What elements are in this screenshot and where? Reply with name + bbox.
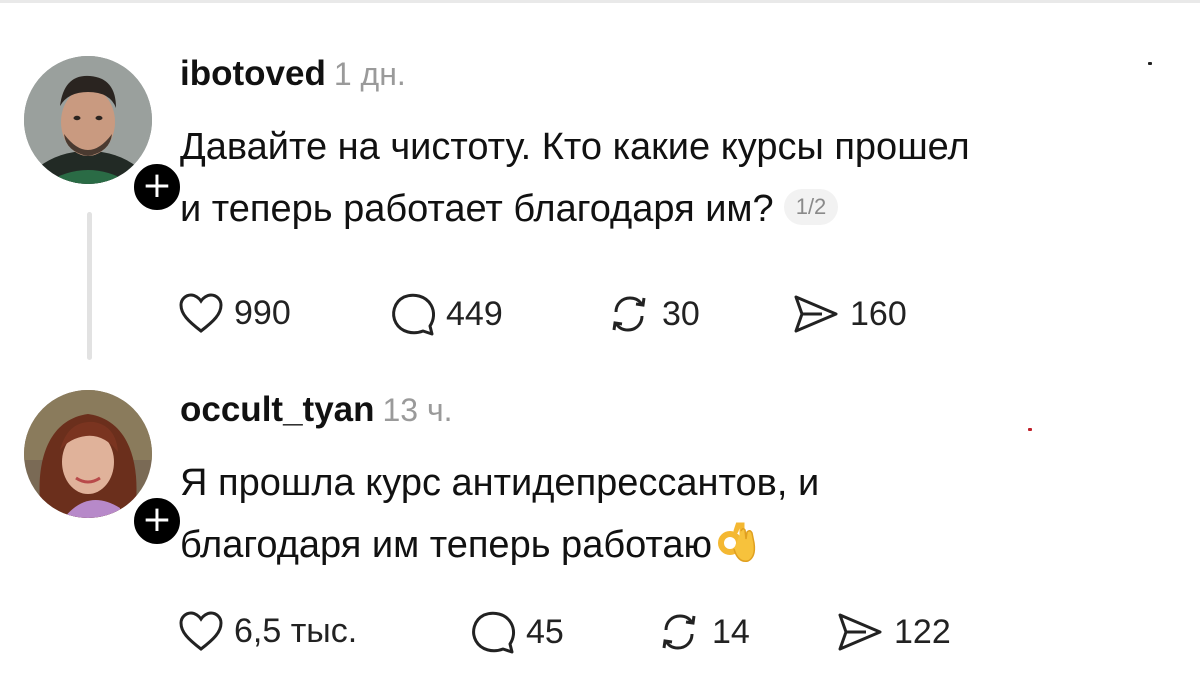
avatar[interactable] — [24, 390, 152, 518]
post-text-line-2: благодаря им теперь работаю — [180, 514, 1080, 576]
like-button[interactable]: 6,5 тыс. — [178, 610, 357, 652]
repost-count: 14 — [712, 612, 750, 651]
avatar-photo-man — [24, 56, 152, 184]
post-header: ibotoved 1 дн. — [180, 52, 406, 94]
post-text-line: и теперь работает благодаря им? — [180, 188, 774, 230]
comment-bubble-icon — [472, 611, 515, 654]
like-button[interactable]: 990 — [178, 292, 291, 334]
post-text: Я прошла курс антидепрессантов, и благод… — [180, 452, 1080, 576]
decorative-mark — [1148, 62, 1152, 65]
username[interactable]: ibotoved — [180, 54, 326, 93]
repost-button[interactable]: 14 — [656, 610, 750, 654]
avatar-photo-woman — [24, 390, 152, 518]
repost-button[interactable]: 30 — [606, 292, 700, 336]
share-icon — [794, 295, 838, 333]
repost-icon — [662, 614, 696, 650]
post-text-line: Я прошла курс антидепрессантов, и — [180, 462, 820, 504]
comment-button[interactable]: 449 — [390, 292, 503, 336]
post-text: Давайте на чистоту. Кто какие курсы прош… — [180, 116, 1080, 240]
repost-count: 30 — [662, 294, 700, 333]
comment-count: 45 — [526, 612, 564, 651]
like-count: 6,5 тыс. — [234, 611, 358, 650]
post-header: occult_tyan 13 ч. — [180, 388, 453, 430]
top-divider — [0, 0, 1200, 3]
comment-button[interactable]: 45 — [470, 610, 564, 654]
comment-count: 449 — [446, 294, 503, 333]
post-text-line: Давайте на чистоту. Кто какие курсы прош… — [180, 126, 970, 168]
ok-hand-emoji — [716, 521, 760, 565]
comment-bubble-icon — [392, 293, 435, 336]
repost-icon — [612, 296, 646, 332]
username[interactable]: occult_tyan — [180, 390, 375, 429]
heart-icon — [179, 611, 223, 651]
heart-icon — [179, 293, 223, 333]
page-indicator[interactable]: 1/2 — [783, 188, 839, 225]
timestamp: 13 ч. — [382, 392, 453, 428]
timestamp: 1 дн. — [333, 56, 406, 92]
share-button[interactable]: 122 — [836, 610, 951, 654]
follow-button[interactable]: + — [130, 494, 184, 548]
share-count: 160 — [850, 294, 907, 333]
follow-button[interactable]: + — [130, 160, 184, 214]
post-text-line-2: и теперь работает благодаря им? 1/2 — [180, 178, 1080, 240]
author-avatar-wrap[interactable]: + — [24, 56, 184, 214]
share-icon — [838, 613, 882, 651]
post-text-line: благодаря им теперь работаю — [180, 524, 712, 566]
ok-hand-emoji-icon — [718, 522, 756, 562]
thread-line — [87, 212, 92, 360]
share-button[interactable]: 160 — [792, 292, 907, 336]
decorative-mark — [1028, 428, 1032, 431]
share-count: 122 — [894, 612, 951, 651]
avatar[interactable] — [24, 56, 152, 184]
author-avatar-wrap[interactable]: + — [24, 390, 184, 548]
like-count: 990 — [234, 293, 291, 332]
